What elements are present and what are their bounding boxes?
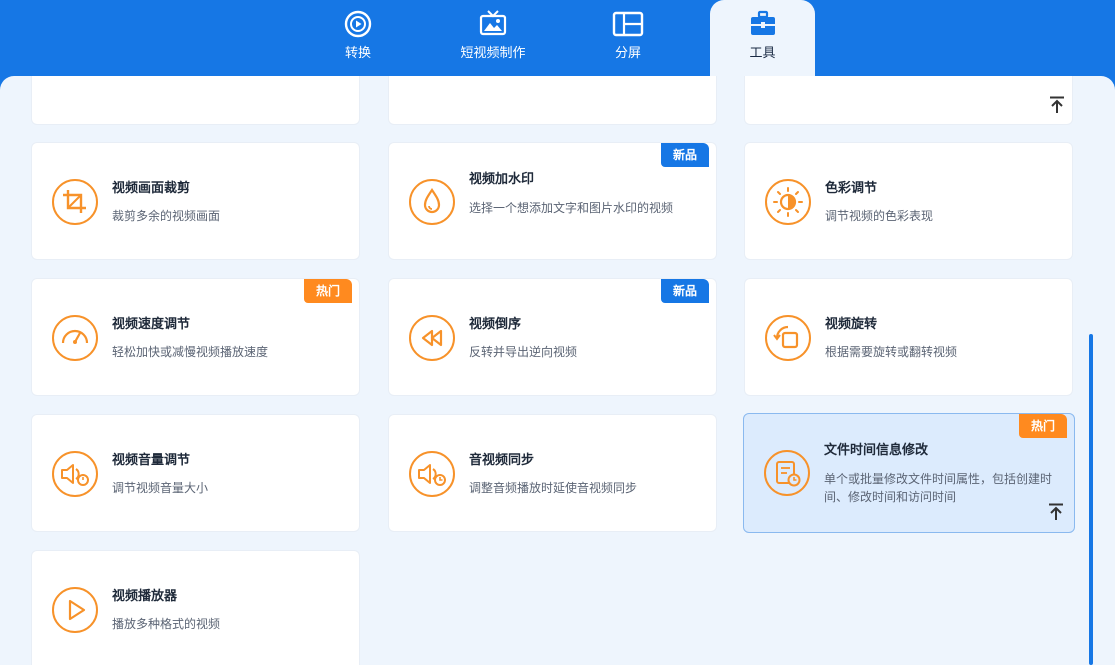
card-title: 视频速度调节 — [112, 317, 191, 332]
card-title: 视频播放器 — [112, 589, 178, 604]
new-badge: 新品 — [660, 279, 709, 303]
tab-short-video[interactable]: 短视频制作 — [443, 0, 543, 76]
card-description: 调节视频的色彩表现 — [825, 209, 934, 223]
card-title: 视频旋转 — [825, 317, 878, 332]
tool-card-partial[interactable] — [31, 76, 360, 125]
card-description: 根据需要旋转或翻转视频 — [825, 345, 958, 359]
tool-card-video-reverse[interactable]: 新品 视频倒序 反转并导出逆向视频 — [388, 278, 717, 396]
rotate-icon — [764, 314, 812, 362]
card-description: 单个或批量修改文件时间属性，包括创建时间、修改时间和访问时间 — [824, 472, 1053, 504]
convert-icon — [342, 8, 374, 40]
card-description: 调整音频播放时延使音视频同步 — [469, 481, 638, 495]
tab-convert[interactable]: 转换 — [308, 0, 408, 76]
card-title: 视频画面裁剪 — [112, 181, 191, 196]
av-sync-icon — [408, 450, 456, 498]
tool-card-video-speed[interactable]: 热门 视频速度调节 轻松加快或减慢视频播放速度 — [31, 278, 360, 396]
top-tab-bar: 转换 短视频制作 分屏 工具 — [0, 0, 1115, 76]
tool-card-av-sync[interactable]: 音视频同步 调整音频播放时延使音视频同步 — [388, 414, 717, 532]
scrollbar-thumb[interactable] — [1089, 334, 1093, 665]
tool-card-partial[interactable] — [388, 76, 717, 125]
volume-adjust-icon — [51, 450, 99, 498]
card-description: 播放多种格式的视频 — [112, 617, 221, 631]
card-title: 色彩调节 — [825, 181, 878, 196]
speedometer-icon — [51, 314, 99, 362]
card-description: 调节视频音量大小 — [112, 481, 209, 495]
hot-badge: 热门 — [303, 279, 352, 303]
play-icon — [51, 586, 99, 634]
tool-card-video-player[interactable]: 视频播放器 播放多种格式的视频 — [31, 550, 360, 665]
tab-label: 工具 — [749, 46, 776, 61]
tab-tools[interactable]: 工具 — [710, 0, 815, 76]
tab-label: 分屏 — [614, 46, 641, 61]
toolbox-icon — [747, 8, 779, 40]
new-badge: 新品 — [660, 143, 709, 167]
pin-to-top-icon[interactable] — [1048, 503, 1064, 521]
split-screen-icon — [612, 8, 644, 40]
color-adjust-icon — [764, 178, 812, 226]
tools-grid-panel: 视频画面裁剪 裁剪多余的视频画面 新品 视频加水印 选择一个想添加文字和图片水印… — [0, 76, 1115, 665]
short-video-icon — [477, 8, 509, 40]
tab-label: 短视频制作 — [460, 46, 526, 61]
card-description: 反转并导出逆向视频 — [469, 345, 578, 359]
pin-to-top-icon[interactable] — [1049, 96, 1065, 114]
tool-card-file-time-edit[interactable]: 热门 文件时间信息修改 单个或批量修改文件时间属性，包括创建时间、修改时间和访问… — [743, 413, 1075, 533]
card-title: 视频倒序 — [469, 317, 522, 332]
tool-card-video-rotate[interactable]: 视频旋转 根据需要旋转或翻转视频 — [744, 278, 1073, 396]
watermark-drop-icon — [408, 178, 456, 226]
tab-label: 转换 — [344, 46, 371, 61]
tool-card-partial[interactable] — [744, 76, 1073, 125]
hot-badge: 热门 — [1018, 414, 1067, 438]
card-title: 文件时间信息修改 — [824, 443, 929, 458]
card-title: 视频音量调节 — [112, 453, 191, 468]
card-description: 选择一个想添加文字和图片水印的视频 — [469, 201, 674, 215]
card-description: 轻松加快或减慢视频播放速度 — [112, 345, 269, 359]
card-title: 音视频同步 — [469, 453, 535, 468]
card-description: 裁剪多余的视频画面 — [112, 209, 221, 223]
crop-icon — [51, 178, 99, 226]
tab-split-screen[interactable]: 分屏 — [578, 0, 678, 76]
file-time-icon — [763, 449, 811, 497]
tool-card-video-crop[interactable]: 视频画面裁剪 裁剪多余的视频画面 — [31, 142, 360, 260]
card-title: 视频加水印 — [469, 172, 535, 187]
tool-card-video-watermark[interactable]: 新品 视频加水印 选择一个想添加文字和图片水印的视频 — [388, 142, 717, 260]
tool-card-color-adjust[interactable]: 色彩调节 调节视频的色彩表现 — [744, 142, 1073, 260]
rewind-icon — [408, 314, 456, 362]
tool-card-video-volume[interactable]: 视频音量调节 调节视频音量大小 — [31, 414, 360, 532]
